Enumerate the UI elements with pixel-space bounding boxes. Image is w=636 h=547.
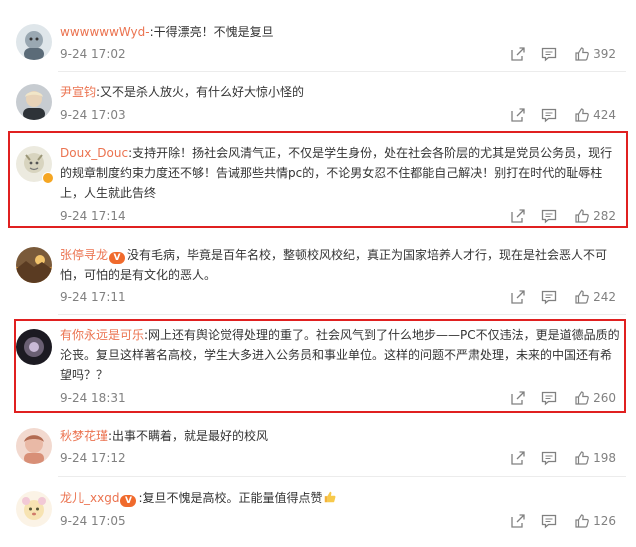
timestamp: 9-24 17:03	[60, 108, 126, 122]
username-link[interactable]: 秋梦花瑾	[60, 429, 108, 443]
comment-text: 龙儿_xxgd V:复旦不愧是高校。正能量值得点赞	[60, 488, 620, 508]
thumbs-up-emoji-icon	[323, 490, 337, 504]
username-link[interactable]: wwwwwwWyd-	[60, 25, 150, 39]
share-icon[interactable]	[510, 107, 526, 123]
like-count: 392	[593, 47, 616, 61]
avatar[interactable]	[16, 24, 52, 60]
like-count: 126	[593, 514, 616, 528]
comment-text: 张停寻龙 V 没有毛病，毕竟是百年名校，整顿校风校纪，真正为国家培养人才行，现在是社…	[60, 245, 620, 285]
like-count: 242	[593, 290, 616, 304]
highlight-box	[14, 319, 626, 413]
comment-text: wwwwwwWyd-:干得漂亮！不愧是复旦	[60, 22, 620, 42]
vip-badge-icon: V	[109, 252, 126, 264]
comment-meta: 9-24 17:11 242	[60, 289, 620, 305]
thumbs-up-icon[interactable]	[574, 513, 590, 529]
avatar[interactable]	[16, 428, 52, 464]
comment-meta: 9-24 17:05 126	[60, 513, 620, 529]
share-icon[interactable]	[510, 513, 526, 529]
comment-text: 尹宣钧:又不是杀人放火，有什么好大惊小怪的	[60, 82, 620, 102]
highlight-box	[8, 131, 628, 228]
timestamp: 9-24 17:05	[60, 514, 126, 528]
comment-icon[interactable]	[541, 46, 557, 62]
comment-body: :干得漂亮！不愧是复旦	[149, 25, 274, 39]
comment-text: 秋梦花瑾:出事不瞒着，就是最好的校风	[60, 426, 620, 446]
comment-meta: 9-24 17:12 198	[60, 450, 620, 466]
comment-body: 没有毛病，毕竟是百年名校，整顿校风校纪，真正为国家培养人才行，现在是社会恶人不可…	[60, 248, 608, 282]
thumbs-up-icon[interactable]	[574, 46, 590, 62]
comment-icon[interactable]	[541, 450, 557, 466]
like-count: 424	[593, 108, 616, 122]
comment-icon[interactable]	[541, 513, 557, 529]
comment-meta: 9-24 17:02 392	[60, 46, 620, 62]
comment-icon[interactable]	[541, 289, 557, 305]
comment-icon[interactable]	[541, 107, 557, 123]
comment-body: :又不是杀人放火，有什么好大惊小怪的	[96, 85, 305, 99]
divider	[58, 314, 626, 315]
username-link[interactable]: 张停寻龙	[60, 248, 108, 262]
thumbs-up-icon[interactable]	[574, 289, 590, 305]
timestamp: 9-24 17:02	[60, 47, 126, 61]
username-link[interactable]: 龙儿_xxgd	[60, 491, 119, 505]
thumbs-up-icon[interactable]	[574, 450, 590, 466]
comment-body: :复旦不愧是高校。正能量值得点赞	[138, 491, 323, 505]
avatar[interactable]	[16, 491, 52, 527]
like-count: 198	[593, 451, 616, 465]
avatar[interactable]	[16, 84, 52, 120]
divider	[58, 71, 626, 72]
timestamp: 9-24 17:12	[60, 451, 126, 465]
share-icon[interactable]	[510, 450, 526, 466]
divider	[58, 476, 626, 477]
comment-meta: 9-24 17:03 424	[60, 107, 620, 123]
username-link[interactable]: 尹宣钧	[60, 85, 96, 99]
thumbs-up-icon[interactable]	[574, 107, 590, 123]
vip-badge-icon: V	[120, 495, 137, 507]
timestamp: 9-24 17:11	[60, 290, 126, 304]
comment-body: :出事不瞒着，就是最好的校风	[108, 429, 269, 443]
avatar[interactable]	[16, 247, 52, 283]
share-icon[interactable]	[510, 46, 526, 62]
share-icon[interactable]	[510, 289, 526, 305]
